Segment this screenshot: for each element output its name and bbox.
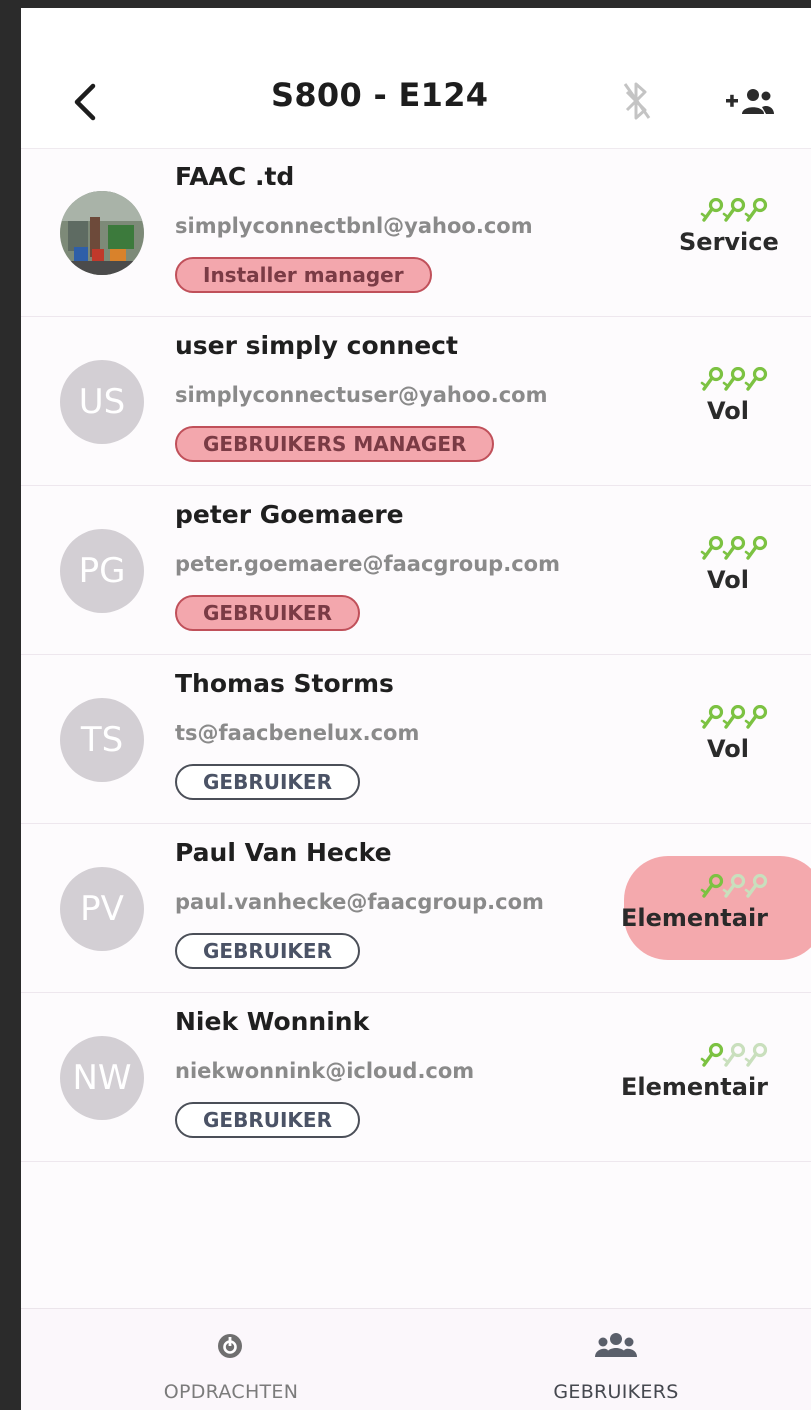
- access-level-label: Vol: [707, 735, 749, 763]
- user-email: simplyconnectbnl@yahoo.com: [175, 214, 533, 238]
- role-badge: GEBRUIKERS MANAGER: [175, 426, 495, 462]
- user-email: niekwonnink@icloud.com: [175, 1059, 475, 1083]
- back-arrow-icon[interactable]: [67, 80, 103, 124]
- user-row[interactable]: US user simply connect simplyconnectuser@y…: [21, 317, 811, 486]
- nav-tab-gebruikers[interactable]: GEBRUIKERS: [526, 1309, 706, 1410]
- user-row[interactable]: NW Niek Wonnink niekwonnink@icloud.com GEBR…: [21, 993, 811, 1162]
- role-badge: GEBRUIKER: [175, 933, 360, 969]
- access-level-label: Elementair: [621, 1073, 768, 1101]
- add-user-icon[interactable]: [724, 82, 776, 122]
- access-level-label: Service: [679, 228, 779, 256]
- role-badge: GEBRUIKER: [175, 1102, 360, 1138]
- key-icons: [699, 1042, 769, 1069]
- user-list: FAAC .td simplyconnectbnl@yahoo.com Instal…: [21, 148, 811, 1162]
- page-title: S800 - E124: [271, 76, 489, 114]
- key-icons: [699, 197, 769, 224]
- user-avatar: PV: [60, 867, 144, 951]
- user-name: Thomas Storms: [175, 669, 394, 698]
- nav-tab-opdrachten[interactable]: OPDRACHTEN: [151, 1309, 311, 1410]
- avatar-photo: [60, 191, 144, 275]
- access-level-label: Vol: [707, 566, 749, 594]
- user-email: paul.vanhecke@faacgroup.com: [175, 890, 544, 914]
- user-name: peter Goemaere: [175, 500, 404, 529]
- user-name: Niek Wonnink: [175, 1007, 370, 1036]
- role-badge: GEBRUIKER: [175, 764, 360, 800]
- app-header: S800 - E124: [21, 8, 811, 149]
- bluetooth-disabled-icon[interactable]: [621, 78, 653, 124]
- nav-label-opdrachten: OPDRACHTEN: [163, 1381, 299, 1403]
- user-name: FAAC .td: [175, 162, 295, 191]
- user-row[interactable]: PG peter Goemaere peter.goemaere@faacgroup…: [21, 486, 811, 655]
- power-icon: [218, 1334, 242, 1358]
- phone-screen: S800 - E124 FAAC .td simplyconnectbnl@yah…: [21, 8, 811, 1410]
- user-email: simplyconnectuser@yahoo.com: [175, 383, 548, 407]
- key-icons: [699, 873, 769, 900]
- user-email: ts@faacbenelux.com: [175, 721, 420, 745]
- access-level-label: Vol: [707, 397, 749, 425]
- user-row[interactable]: FAAC .td simplyconnectbnl@yahoo.com Instal…: [21, 148, 811, 317]
- bottom-navigation: OPDRACHTEN GEBRUIKERS: [21, 1308, 811, 1410]
- users-icon: [595, 1333, 637, 1357]
- key-icons: [699, 366, 769, 393]
- role-badge: GEBRUIKER: [175, 595, 360, 631]
- user-avatar: NW: [60, 1036, 144, 1120]
- role-badge: Installer manager: [175, 257, 432, 293]
- user-name: Paul Van Hecke: [175, 838, 392, 867]
- user-email: peter.goemaere@faacgroup.com: [175, 552, 560, 576]
- user-avatar: PG: [60, 529, 144, 613]
- user-avatar: TS: [60, 698, 144, 782]
- user-row[interactable]: TS Thomas Storms ts@faacbenelux.com GEBRUIK…: [21, 655, 811, 824]
- user-avatar: US: [60, 360, 144, 444]
- key-icons: [699, 704, 769, 731]
- key-icons: [699, 535, 769, 562]
- user-row[interactable]: PV Paul Van Hecke paul.vanhecke@faacgroup.…: [21, 824, 811, 993]
- nav-label-gebruikers: GEBRUIKERS: [553, 1381, 679, 1403]
- access-level-label: Elementair: [621, 904, 768, 932]
- user-name: user simply connect: [175, 331, 458, 360]
- user-avatar: [60, 191, 144, 275]
